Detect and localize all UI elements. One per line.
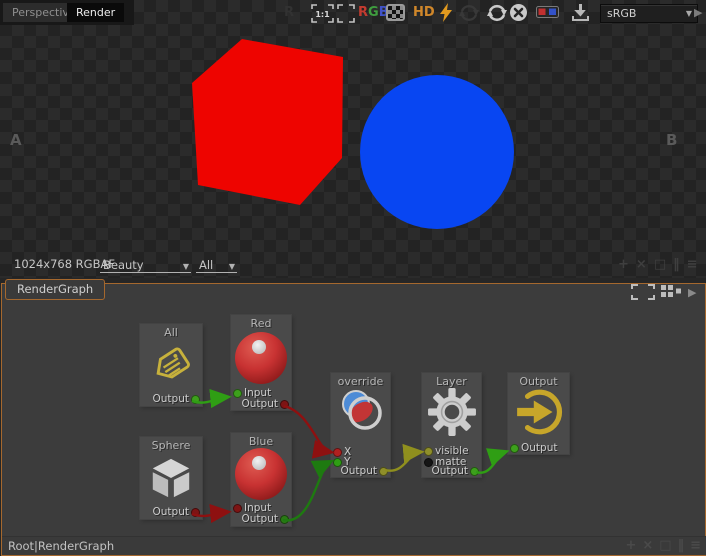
node-title: Sphere <box>140 437 202 452</box>
port-dot[interactable] <box>191 395 200 404</box>
port-output[interactable]: Output <box>341 466 388 477</box>
colorspace-value: sRGB <box>607 7 636 20</box>
add-icon[interactable]: + <box>618 257 629 272</box>
node-red[interactable]: Red Input Output <box>231 315 291 410</box>
node-title: Layer <box>422 373 481 388</box>
port-label: Output <box>341 466 377 477</box>
output-arrow-icon <box>508 387 569 437</box>
svg-text:1:1: 1:1 <box>315 10 330 19</box>
port-output[interactable]: Output <box>432 466 479 477</box>
colorspace-select[interactable]: sRGB ▼ <box>600 4 698 23</box>
node-layer[interactable]: Layer visible <box>422 373 481 477</box>
port-label: Output <box>521 443 557 454</box>
gear-icon <box>422 387 481 437</box>
refresh-icon[interactable] <box>486 2 508 24</box>
alpha-checker-icon[interactable] <box>386 4 405 21</box>
region-label-b: B <box>666 131 677 149</box>
render-pass-value: Beauty <box>103 258 144 272</box>
port-dot[interactable] <box>233 504 242 513</box>
channel-select[interactable]: All ▼ <box>196 255 237 273</box>
port-dot[interactable] <box>510 444 519 453</box>
menu-icon[interactable]: ≡ <box>687 257 698 272</box>
tab-rendergraph[interactable]: RenderGraph <box>5 279 105 300</box>
port-dot[interactable] <box>280 400 289 409</box>
graph-status-bar: Root|RenderGraph + × □ ‖ ≡ <box>2 536 706 555</box>
layout-nodes-icon[interactable] <box>660 284 682 300</box>
port-label: Output <box>242 514 278 525</box>
port-output[interactable]: Output <box>510 443 557 454</box>
region-label-a: A <box>10 131 22 149</box>
lightning-bolt-icon[interactable] <box>440 3 453 22</box>
pause-icon[interactable]: ‖ <box>673 257 680 272</box>
node-title: All <box>140 324 202 339</box>
port-output[interactable]: Output <box>153 394 200 405</box>
rgb-r: R <box>358 5 368 20</box>
pause-icon[interactable]: ‖ <box>678 539 685 553</box>
cube-icon <box>140 455 202 501</box>
frame-all-nodes-icon[interactable] <box>630 284 656 300</box>
red-cube <box>192 39 343 205</box>
node-title: Red <box>231 315 291 330</box>
port-label: Output <box>153 507 189 518</box>
channel-value: All <box>199 258 213 272</box>
port-label: Output <box>242 399 278 410</box>
node-blue[interactable]: Blue Input Output <box>231 433 291 526</box>
zoom-one-to-one-icon[interactable]: 1:1 <box>311 4 334 23</box>
node-output[interactable]: Output Output <box>508 373 569 454</box>
stereo-glasses-icon[interactable] <box>536 6 559 18</box>
port-dot[interactable] <box>333 448 342 457</box>
port-label: Output <box>432 466 468 477</box>
port-dot[interactable] <box>233 389 242 398</box>
refresh-disabled-icon <box>458 2 480 24</box>
render-pass-select[interactable]: Beauty ▼ <box>100 255 191 273</box>
menu-icon[interactable]: ≡ <box>690 539 701 553</box>
blue-sphere <box>360 75 514 229</box>
expand-toolbar-icon[interactable]: ▶ <box>694 6 702 19</box>
node-all[interactable]: All Output <box>140 324 202 406</box>
node-title: Output <box>508 373 569 388</box>
node-sphere[interactable]: Sphere Output <box>140 437 202 519</box>
add-icon[interactable]: + <box>625 539 636 553</box>
graph-corner-icons[interactable]: + × □ ‖ ≡ <box>625 539 701 553</box>
rgb-channels-icon[interactable]: RGB <box>358 3 389 22</box>
shader-ball-icon <box>231 330 291 386</box>
shader-ball-icon <box>231 446 291 502</box>
viewport-corner-icons[interactable]: + × □ ‖ ≡ <box>618 257 698 272</box>
port-dot[interactable] <box>191 508 200 517</box>
node-title: override <box>331 373 390 388</box>
port-output[interactable]: Output <box>242 514 289 525</box>
frame-selection-icon[interactable] <box>337 4 355 23</box>
frame-icon[interactable]: □ <box>659 539 671 553</box>
node-override[interactable]: override X Y Output <box>331 373 390 477</box>
port-dot[interactable] <box>424 447 433 456</box>
render-viewport[interactable]: Perspective Render R 1:1 RGB HD <box>0 0 706 278</box>
port-output[interactable]: Output <box>242 399 289 410</box>
port-output[interactable]: Output <box>153 507 200 518</box>
ghost-r-icon: R <box>284 3 294 22</box>
stop-render-icon[interactable] <box>509 3 528 22</box>
frame-icon[interactable]: □ <box>654 257 666 272</box>
panel-menu-arrow-icon[interactable]: ▶ <box>688 286 696 299</box>
breadcrumb[interactable]: Root|RenderGraph <box>8 539 114 553</box>
hd-resolution-icon[interactable]: HD <box>413 3 435 22</box>
rendered-image <box>0 0 706 278</box>
tag-icon <box>140 342 202 388</box>
rgb-g: G <box>368 5 379 20</box>
port-dot[interactable] <box>379 467 388 476</box>
port-label: Output <box>153 394 189 405</box>
chevron-down-icon: ▼ <box>177 262 191 272</box>
port-dot[interactable] <box>280 515 289 524</box>
application-window: { "viewport": { "tabs": [ {"label": "Per… <box>0 0 706 556</box>
chevron-down-icon: ▼ <box>223 262 237 272</box>
override-icon <box>331 387 390 435</box>
close-icon[interactable]: × <box>636 257 647 272</box>
tab-render[interactable]: Render <box>67 3 124 22</box>
port-dot[interactable] <box>470 467 479 476</box>
save-image-icon[interactable] <box>571 3 590 22</box>
close-icon[interactable]: × <box>642 539 653 553</box>
